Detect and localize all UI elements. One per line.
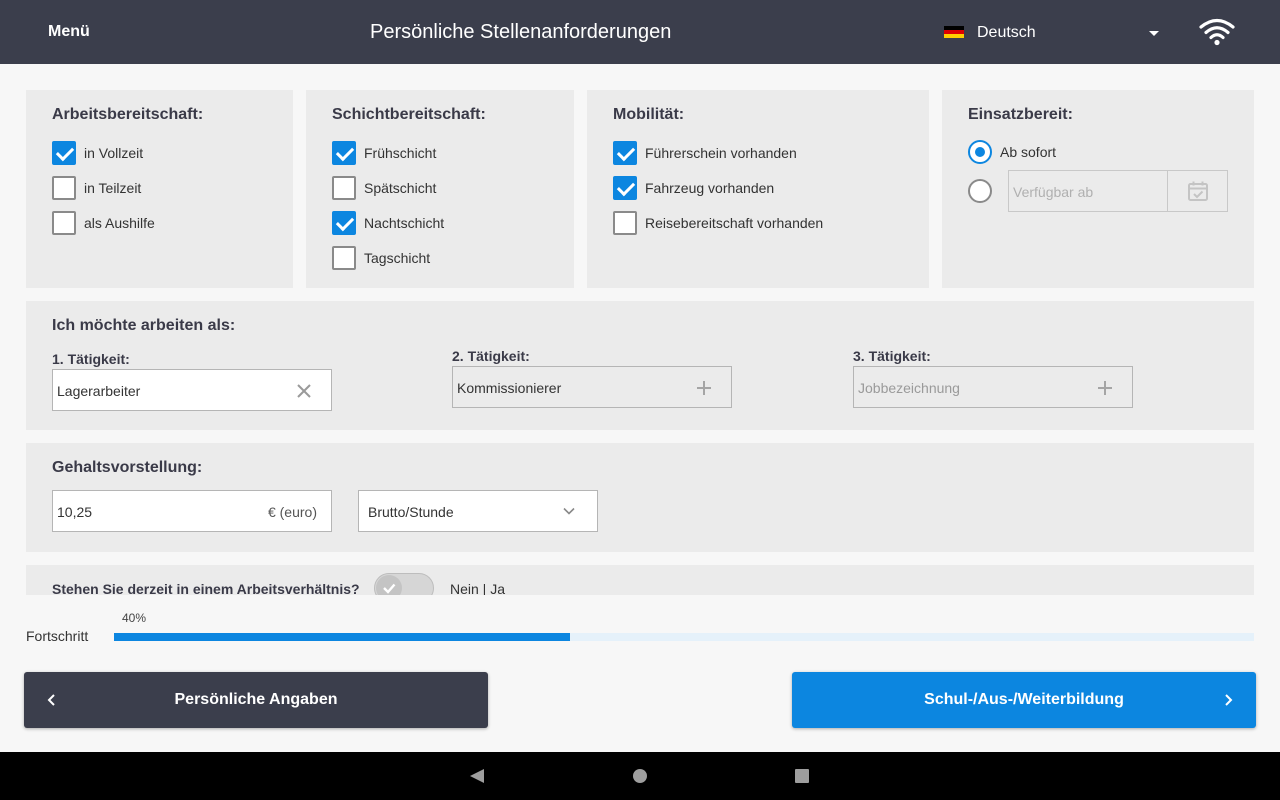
option-reisebereitschaft[interactable]: Reisebereitschaft vorhanden	[613, 211, 823, 235]
salary-period-value: Brutto/Stunde	[368, 504, 454, 520]
employment-panel: Stehen Sie derzeit in einem Arbeitsverhä…	[26, 565, 1254, 595]
language-selector[interactable]: Deutsch	[944, 20, 1164, 46]
option-label: Spätschicht	[364, 180, 437, 196]
language-label: Deutsch	[977, 24, 1036, 41]
salary-input[interactable]: 10,25 € (euro)	[52, 490, 332, 532]
option-label: Nachtschicht	[364, 215, 445, 231]
checkbox[interactable]	[613, 141, 637, 165]
employment-question: Stehen Sie derzeit in einem Arbeitsverhä…	[52, 581, 360, 595]
option-label: Reisebereitschaft vorhanden	[645, 215, 824, 231]
option-nachtschicht[interactable]: Nachtschicht	[332, 211, 444, 235]
job-3-placeholder: Jobbezeichnung	[858, 380, 960, 396]
progress-percent: 40%	[122, 611, 147, 625]
employment-toggle[interactable]	[374, 573, 434, 595]
option-spaetschicht[interactable]: Spätschicht	[332, 176, 436, 200]
option-label: Führerschein vorhanden	[645, 145, 797, 161]
menu-button[interactable]: Menü	[48, 23, 90, 41]
app-header: Menü Persönliche Stellenanforderungen De…	[0, 0, 1280, 64]
option-label: als Aushilfe	[84, 215, 155, 231]
option-label: Frühschicht	[364, 145, 437, 161]
germany-flag-icon	[944, 26, 964, 38]
back-button-label: Persönliche Angaben	[174, 691, 338, 708]
salary-title: Gehaltsvorstellung:	[52, 459, 203, 476]
plus-icon[interactable]	[695, 379, 713, 397]
checkbox[interactable]	[332, 246, 356, 270]
option-label: in Vollzeit	[84, 145, 144, 161]
option-vollzeit[interactable]: in Vollzeit	[52, 141, 143, 165]
shifts-title: Schichtbereitschaft:	[332, 106, 486, 123]
next-button[interactable]: Schul-/Aus-/Weiterbildung	[792, 672, 1256, 728]
jobs-title: Ich möchte arbeiten als:	[52, 317, 236, 334]
salary-value: 10,25	[57, 504, 93, 520]
job-2-field[interactable]: Kommissionierer	[452, 366, 732, 408]
option-label: Ab sofort	[1000, 144, 1057, 160]
option-fahrzeug[interactable]: Fahrzeug vorhanden	[613, 176, 774, 200]
calendar-icon	[1188, 181, 1208, 201]
toggle-knob	[376, 575, 402, 595]
job-1-field[interactable]: Lagerarbeiter	[52, 369, 332, 411]
job-2-value: Kommissionierer	[457, 380, 562, 396]
start-title: Einsatzbereit:	[968, 106, 1073, 123]
option-aushilfe[interactable]: als Aushilfe	[52, 211, 155, 235]
checkbox[interactable]	[332, 211, 356, 235]
salary-panel: Gehaltsvorstellung: 10,25 € (euro) Brutt…	[26, 443, 1254, 552]
option-label: Fahrzeug vorhanden	[645, 180, 775, 196]
checkbox[interactable]	[613, 211, 637, 235]
checkbox[interactable]	[613, 176, 637, 200]
salary-unit: € (euro)	[267, 504, 317, 520]
dropdown-caret-icon	[1149, 31, 1159, 36]
job-1-label: 1. Tätigkeit:	[52, 351, 130, 367]
option-fruehschicht[interactable]: Frühschicht	[332, 141, 436, 165]
shifts-panel: Schichtbereitschaft: Frühschicht Spätsch…	[306, 90, 574, 288]
job-3-label: 3. Tätigkeit:	[853, 348, 931, 364]
start-panel: Einsatzbereit: Ab sofort Verfügbar ab	[942, 90, 1254, 288]
toggle-label: Nein | Ja	[450, 581, 505, 595]
progress-bar	[114, 633, 1254, 641]
option-fuehrerschein[interactable]: Führerschein vorhanden	[613, 141, 797, 165]
radio-button[interactable]	[968, 179, 992, 203]
checkbox[interactable]	[52, 211, 76, 235]
option-label: Tagschicht	[364, 250, 431, 266]
checkbox[interactable]	[332, 141, 356, 165]
chevron-right-icon	[1225, 694, 1233, 706]
job-3-field[interactable]: Jobbezeichnung	[853, 366, 1133, 408]
plus-icon[interactable]	[1096, 379, 1114, 397]
next-button-label: Schul-/Aus-/Weiterbildung	[924, 691, 1124, 708]
page-title: Persönliche Stellenanforderungen	[370, 21, 672, 43]
salary-period-select[interactable]: Brutto/Stunde	[358, 490, 598, 532]
wifi-icon	[1199, 18, 1235, 46]
mobility-panel: Mobilität: Führerschein vorhanden Fahrze…	[587, 90, 929, 288]
option-date[interactable]	[968, 179, 992, 203]
calendar-button[interactable]	[1167, 171, 1227, 211]
option-teilzeit[interactable]: in Teilzeit	[52, 176, 141, 200]
back-triangle-icon[interactable]	[470, 769, 484, 783]
option-tagschicht[interactable]: Tagschicht	[332, 246, 430, 270]
mobility-title: Mobilität:	[613, 106, 685, 123]
clear-icon[interactable]	[295, 382, 313, 400]
radio-button[interactable]	[968, 140, 992, 164]
option-ab-sofort[interactable]: Ab sofort	[968, 140, 1056, 164]
option-label: in Teilzeit	[84, 180, 142, 196]
check-icon	[383, 583, 396, 594]
checkbox[interactable]	[52, 176, 76, 200]
checkbox[interactable]	[332, 176, 356, 200]
recent-apps-square-icon[interactable]	[795, 769, 809, 783]
system-nav-bar	[0, 752, 1280, 800]
availability-title: Arbeitsbereitschaft:	[52, 106, 204, 123]
form-content[interactable]: Arbeitsbereitschaft: in Vollzeit in Teil…	[0, 64, 1280, 595]
home-circle-icon[interactable]	[633, 769, 647, 783]
date-placeholder: Verfügbar ab	[1013, 184, 1094, 200]
progress-fill	[114, 633, 570, 641]
jobs-panel: Ich möchte arbeiten als: 1. Tätigkeit: L…	[26, 301, 1254, 430]
chevron-down-icon	[563, 507, 575, 515]
availability-panel: Arbeitsbereitschaft: in Vollzeit in Teil…	[26, 90, 293, 288]
checkbox[interactable]	[52, 141, 76, 165]
job-2-label: 2. Tätigkeit:	[452, 348, 530, 364]
job-1-value: Lagerarbeiter	[57, 383, 141, 399]
available-from-field[interactable]: Verfügbar ab	[1008, 170, 1228, 212]
progress-label: Fortschritt	[26, 628, 89, 644]
back-button[interactable]: Persönliche Angaben	[24, 672, 488, 728]
